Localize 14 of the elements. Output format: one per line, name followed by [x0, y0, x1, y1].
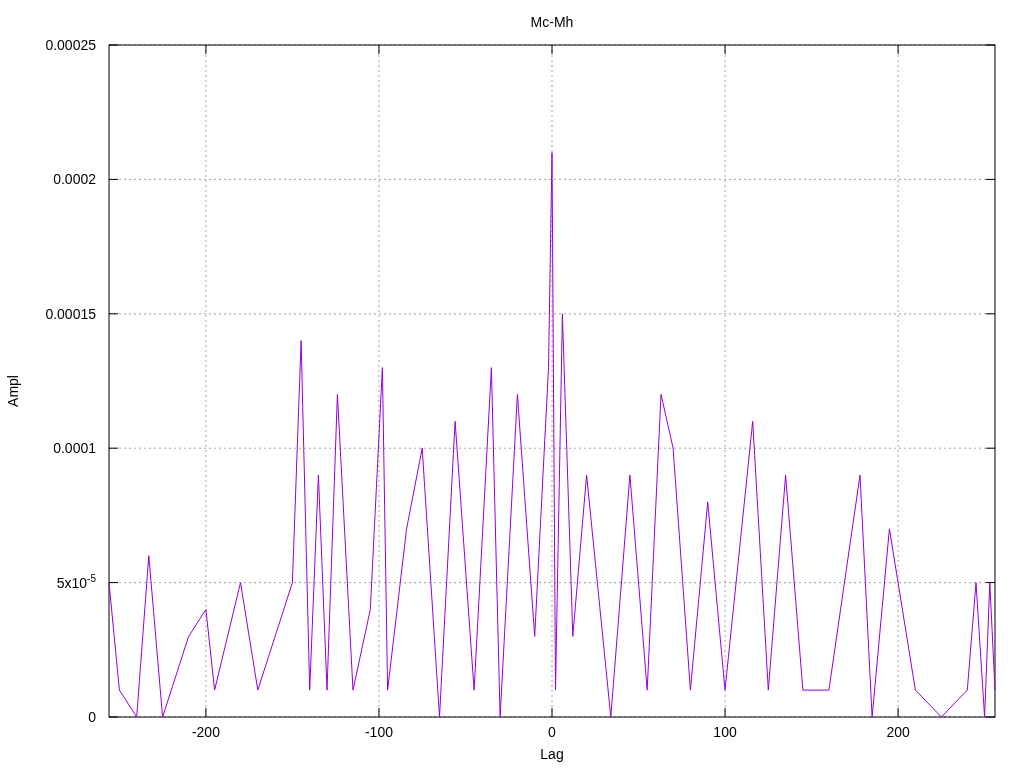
- tick-label: 100: [713, 724, 737, 740]
- tick-label: -200: [191, 724, 220, 740]
- chart-title: Mc-Mh: [530, 14, 574, 30]
- tick-label: 200: [886, 724, 910, 740]
- tick-label: 0.00015: [45, 305, 96, 322]
- y-axis-label: Ampl: [5, 375, 21, 407]
- tick-label: 0: [548, 724, 556, 740]
- x-axis-label: Lag: [540, 746, 564, 762]
- tick-label: 0.00025: [45, 37, 96, 53]
- tick-label: 5x10$^{-5}$: [56, 574, 96, 591]
- tick-label: -100: [364, 724, 393, 740]
- tick-label: 0: [88, 709, 96, 725]
- tick-label: 0.0002: [53, 171, 96, 188]
- tick-label: 0.0001: [53, 440, 96, 457]
